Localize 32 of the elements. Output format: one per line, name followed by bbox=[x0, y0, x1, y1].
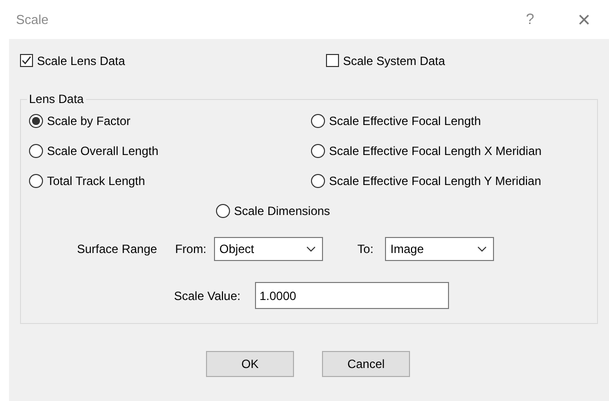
from-dropdown[interactable]: Object bbox=[214, 237, 324, 261]
window-title: Scale bbox=[16, 12, 50, 27]
radio-label[interactable]: Scale Effective Focal Length Y Meridian bbox=[329, 174, 542, 188]
radio-label[interactable]: Total Track Length bbox=[47, 174, 146, 188]
radio-label[interactable]: Scale Dimensions bbox=[234, 204, 330, 218]
radio-button[interactable] bbox=[29, 144, 43, 158]
radio-button[interactable] bbox=[311, 144, 325, 158]
caret-icon bbox=[306, 246, 316, 252]
to-dropdown[interactable]: Image bbox=[385, 237, 494, 261]
radio-button[interactable] bbox=[216, 204, 230, 218]
surface-range-label: Surface Range bbox=[77, 242, 158, 256]
radio-label[interactable]: Scale Overall Length bbox=[47, 144, 158, 158]
scale-value-label: Scale Value: bbox=[174, 288, 240, 302]
radio-label[interactable]: Scale by Factor bbox=[47, 114, 130, 128]
radio-button[interactable] bbox=[311, 174, 325, 188]
checkbox-label[interactable]: Scale Lens Data bbox=[37, 54, 126, 68]
checkbox[interactable] bbox=[326, 54, 339, 67]
caret-icon bbox=[477, 246, 488, 252]
radio-button[interactable] bbox=[29, 114, 43, 128]
close-button[interactable]: × bbox=[559, 6, 609, 32]
radio-button[interactable] bbox=[311, 114, 325, 128]
checkbox[interactable] bbox=[20, 54, 33, 67]
to-label: To: bbox=[357, 242, 374, 256]
checkbox-label[interactable]: Scale System Data bbox=[343, 54, 446, 68]
scale-value-field[interactable]: 1.0000 bbox=[254, 282, 448, 309]
from-label: From: bbox=[175, 242, 206, 256]
ok-button[interactable]: OK bbox=[206, 351, 294, 377]
radio-button[interactable] bbox=[29, 174, 43, 188]
radio-label[interactable]: Scale Effective Focal Length bbox=[329, 114, 481, 128]
radio-label[interactable]: Scale Effective Focal Length X Meridian bbox=[329, 144, 542, 158]
cancel-button[interactable]: Cancel bbox=[322, 351, 410, 377]
group-title: Lens Data bbox=[28, 92, 85, 106]
